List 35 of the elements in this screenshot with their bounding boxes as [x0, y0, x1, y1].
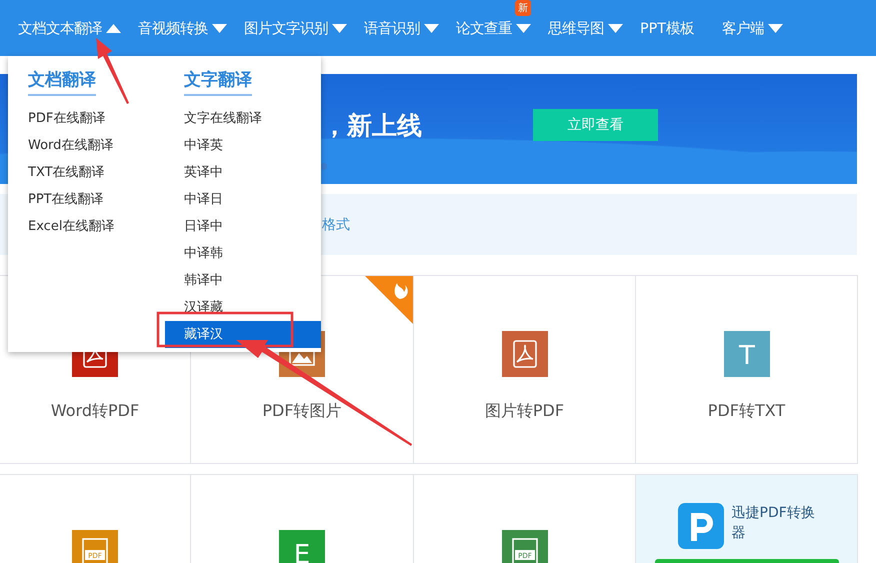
tool-label: 图片转PDF	[484, 401, 564, 422]
new-badge: 新	[515, 0, 531, 16]
tool-label: PDF转TXT	[708, 401, 786, 422]
menu-item[interactable]: TXT在线翻译	[8, 159, 165, 186]
menu-item[interactable]: 中译日	[165, 186, 321, 213]
caret-icon	[608, 24, 623, 32]
menu-item[interactable]: PDF在线翻译	[8, 105, 165, 132]
caret-icon	[212, 24, 227, 32]
menu-item[interactable]: 文字在线翻译	[165, 105, 321, 132]
annotation-arrow	[96, 38, 129, 104]
menu-heading: 文档翻译	[28, 68, 96, 96]
menu-item[interactable]: 中译英	[165, 132, 321, 159]
caret-icon	[106, 24, 121, 32]
caret-icon	[768, 24, 783, 32]
menu-item[interactable]: PPT在线翻译	[8, 186, 165, 213]
app-logo-icon	[678, 503, 724, 549]
promo-card[interactable]: 迅捷PDF转换器	[635, 474, 858, 563]
tool-card[interactable]: T PDF转TXT	[635, 275, 858, 464]
letter-icon: T	[724, 331, 770, 377]
menu-item[interactable]: 日译中	[165, 213, 321, 240]
menu-item[interactable]: 中译韩	[165, 240, 321, 267]
caret-icon	[516, 24, 531, 32]
promo-title: 迅捷PDF转换器	[732, 504, 816, 543]
banner-headline: ，新上线	[322, 110, 423, 142]
letter-icon: E	[279, 530, 325, 563]
caret-icon	[424, 24, 439, 32]
notice-text: 格式	[322, 216, 350, 234]
menu-item[interactable]: Word在线翻译	[8, 132, 165, 159]
tool-card[interactable]: 图片转PDF	[413, 275, 636, 464]
tool-label: Word转PDF	[50, 401, 140, 422]
caret-icon	[332, 24, 347, 32]
menu-item[interactable]: 英译中	[165, 159, 321, 186]
tool-label: PDF转图片	[262, 401, 342, 422]
menu-heading: 文字翻译	[184, 68, 252, 96]
menu-item[interactable]: Excel在线翻译	[8, 213, 165, 240]
